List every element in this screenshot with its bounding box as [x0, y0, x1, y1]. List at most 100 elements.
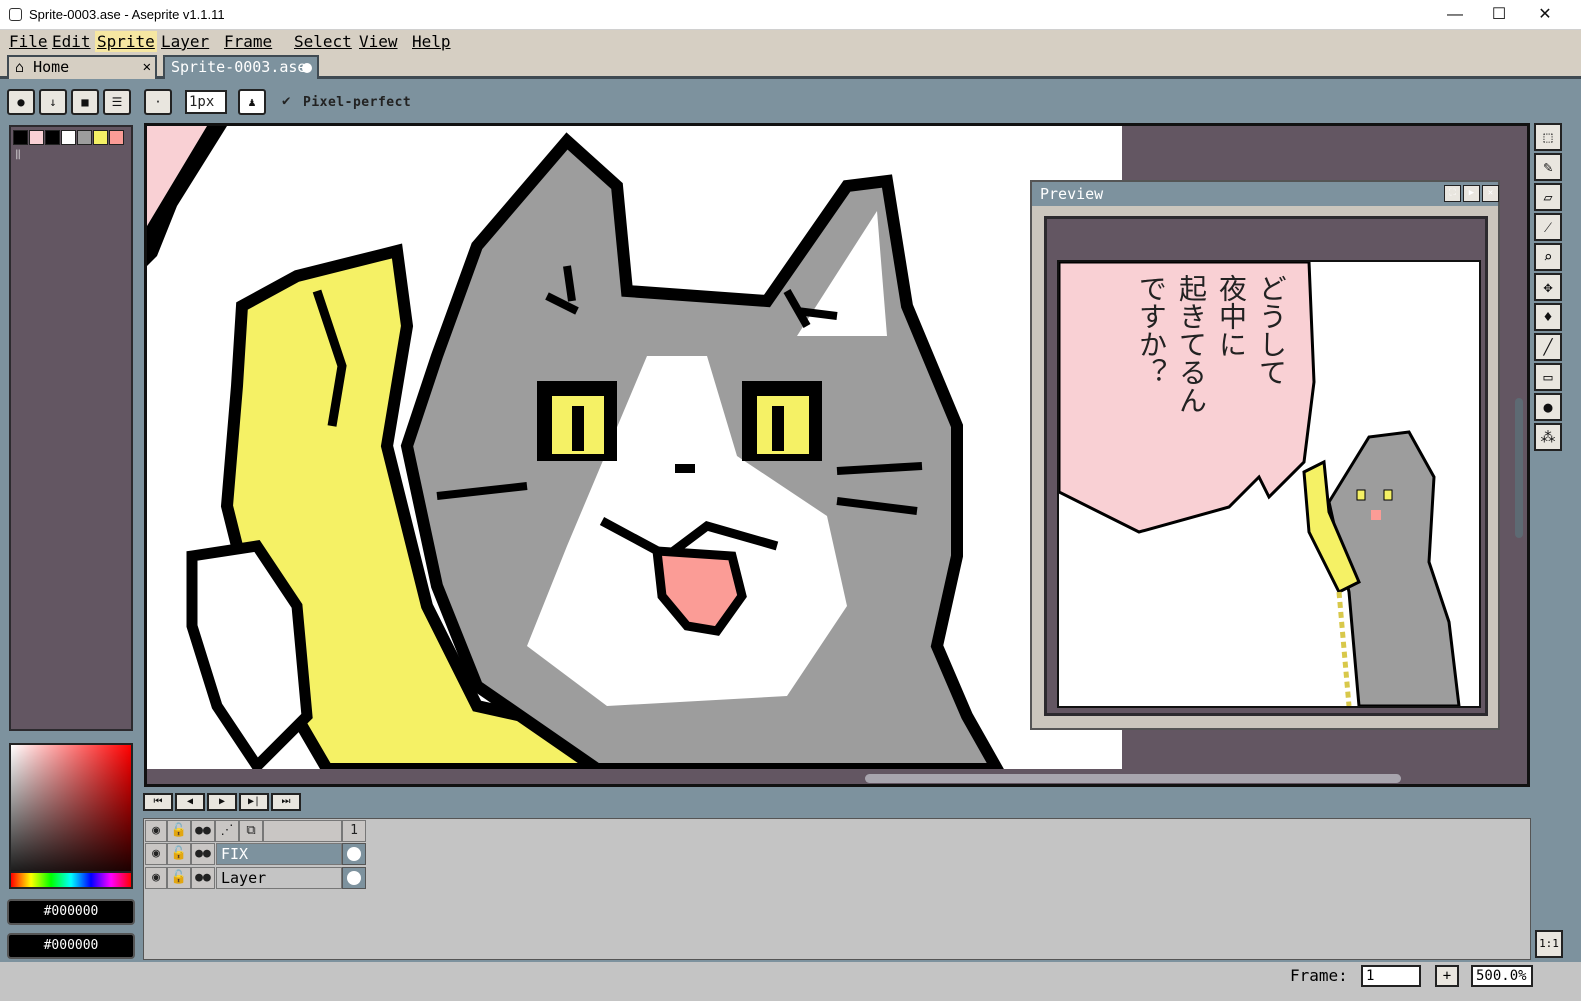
move-icon[interactable]: ✥ — [1534, 273, 1562, 301]
foreground-color-button[interactable]: #000000 — [7, 899, 135, 925]
layer-name[interactable]: FIX — [216, 843, 342, 865]
tab-bar: ⌂ Home ✕ Sprite-0003.ase — [0, 53, 1581, 79]
preview-play-icon[interactable]: ▶ — [1463, 185, 1480, 202]
timeline-header-spacer — [263, 820, 342, 842]
aseprite-app-icon — [9, 8, 22, 21]
layer-visibility-eye-icon[interactable]: ◉ — [145, 843, 167, 865]
preview-fullscreen-icon[interactable]: ⛶ — [1444, 185, 1461, 202]
previous-frame-button[interactable]: ◀ — [175, 793, 205, 811]
menu-edit[interactable]: Edit — [50, 31, 93, 52]
frame-label: Frame: — [1290, 966, 1348, 985]
menu-select[interactable]: Select — [292, 31, 354, 52]
preview-close-icon[interactable]: ✕ — [1482, 185, 1499, 202]
menu-sprite[interactable]: Sprite — [95, 31, 157, 52]
layer-cel[interactable] — [342, 867, 366, 889]
tab-home[interactable]: ⌂ Home ✕ — [7, 55, 157, 79]
menu-frame[interactable]: Frame — [222, 31, 274, 52]
palette-panel: ‖ — [9, 125, 133, 731]
vertical-scrollbar[interactable] — [1515, 398, 1523, 538]
cel-dot-icon — [347, 847, 361, 861]
menu-view[interactable]: View — [357, 31, 400, 52]
frame-input[interactable]: 1 — [1361, 965, 1421, 987]
palette-swatch[interactable] — [13, 130, 28, 145]
pixel-perfect-checkbox[interactable]: ✔ — [282, 93, 290, 109]
sprite-canvas[interactable] — [147, 126, 1122, 769]
timeline-header-row: ◉ 🔓 ●● ⋰ ⧉ 1 — [144, 820, 367, 844]
rectangle-icon[interactable]: ▭ — [1534, 363, 1562, 391]
brush-down-button[interactable]: ↓ — [39, 89, 67, 115]
background-color-button[interactable]: #000000 — [7, 933, 135, 959]
brush-circle-button[interactable]: ● — [7, 89, 35, 115]
preview-viewport[interactable]: どうして 夜中に 起きてるん ですか？ — [1044, 216, 1488, 716]
tools-panel: ⬚ ✎ ▱ ⁄ ⌕ ✥ ♦ ╱ ▭ ● ⁂ — [1534, 123, 1564, 453]
brush-size-input[interactable]: 1px — [185, 90, 227, 114]
speech-line: どうして — [1255, 274, 1288, 386]
zoom-icon[interactable]: ⌕ — [1534, 243, 1562, 271]
blur-icon[interactable]: ● — [1534, 393, 1562, 421]
layer-cel[interactable] — [342, 843, 366, 865]
layer-lock-icon[interactable]: 🔓 — [167, 843, 191, 865]
menu-help[interactable]: Help — [410, 31, 453, 52]
layer-row-fix[interactable]: ◉ 🔓 ●● FIX — [144, 843, 367, 867]
minimize-button[interactable]: — — [1432, 3, 1478, 27]
horizontal-scrollbar[interactable] — [865, 774, 1401, 783]
unsaved-dot-icon — [302, 63, 312, 73]
next-frame-button[interactable]: ▶| — [239, 793, 269, 811]
hue-slider[interactable] — [9, 871, 133, 889]
preview-titlebar[interactable]: Preview ⛶ ▶ ✕ — [1032, 182, 1499, 206]
palette-swatch[interactable] — [77, 130, 92, 145]
speech-line: ですか？ — [1135, 274, 1168, 386]
lock-icon[interactable]: 🔓 — [167, 820, 191, 842]
layer-name[interactable]: Layer — [216, 867, 342, 889]
palette-swatch[interactable] — [29, 130, 44, 145]
layer-lock-icon[interactable]: 🔓 — [167, 867, 191, 889]
play-animation-button[interactable]: ▶ — [207, 793, 237, 811]
layer-continuous-icon[interactable]: ●● — [191, 843, 215, 865]
color-spectrum-picker[interactable] — [9, 743, 133, 889]
onion-skin-icon[interactable]: ⋰ — [215, 820, 239, 842]
palette-swatch[interactable] — [109, 130, 124, 145]
layer-row-layer[interactable]: ◉ 🔓 ●● Layer — [144, 867, 367, 891]
zoom-ratio-button[interactable]: 1:1 — [1535, 930, 1563, 958]
palette-swatch[interactable] — [93, 130, 108, 145]
timeline-panel: ◉ 🔓 ●● ⋰ ⧉ 1 ◉ 🔓 ●● FIX ◉ 🔓 ●● Layer — [143, 818, 1531, 960]
eye-icon[interactable]: ◉ — [145, 820, 167, 842]
fill-icon[interactable]: ♦ — [1534, 303, 1562, 331]
window-title: Sprite-0003.ase - Aseprite v1.1.11 — [29, 7, 225, 22]
marquee-icon[interactable]: ⬚ — [1534, 123, 1562, 151]
tab-document[interactable]: Sprite-0003.ase — [163, 55, 319, 79]
tab-home-label: Home — [33, 58, 70, 76]
brush-menu-button[interactable]: ☰ — [103, 89, 131, 115]
last-frame-button[interactable]: ⏭ — [271, 793, 301, 811]
close-window-button[interactable]: ✕ — [1522, 3, 1568, 27]
palette-resize-handle-icon[interactable]: ‖ — [15, 149, 21, 160]
menu-file[interactable]: File — [7, 31, 50, 52]
cel-dot-icon — [347, 871, 361, 885]
eyedropper-icon[interactable]: ⁄ — [1534, 213, 1562, 241]
continuous-icon[interactable]: ●● — [191, 820, 215, 842]
palette-swatch[interactable] — [45, 130, 60, 145]
brush-square-button[interactable]: ■ — [71, 89, 99, 115]
zoom-input[interactable]: 500.0% — [1471, 965, 1533, 987]
layer-visibility-eye-icon[interactable]: ◉ — [145, 867, 167, 889]
eraser-icon[interactable]: ▱ — [1534, 183, 1562, 211]
tab-document-label: Sprite-0003.ase — [171, 58, 307, 76]
home-icon: ⌂ — [15, 58, 25, 76]
pixel-perfect-label: Pixel-perfect — [303, 95, 412, 110]
spray-icon[interactable]: ⁂ — [1534, 423, 1562, 451]
first-frame-button[interactable]: ⏮ — [143, 793, 173, 811]
brush-type-button[interactable]: · — [144, 89, 172, 115]
onion-range-icon[interactable]: ⧉ — [239, 820, 263, 842]
palette-swatch[interactable] — [61, 130, 76, 145]
line-icon[interactable]: ╱ — [1534, 333, 1562, 361]
layer-continuous-icon[interactable]: ●● — [191, 867, 215, 889]
maximize-button[interactable]: ☐ — [1476, 3, 1522, 27]
ink-type-button[interactable]: ♟ — [238, 89, 266, 115]
speech-line: 夜中に — [1215, 274, 1248, 358]
preview-image: どうして 夜中に 起きてるん ですか？ — [1057, 260, 1481, 708]
close-tab-icon[interactable]: ✕ — [143, 57, 151, 77]
add-frame-button[interactable]: + — [1435, 965, 1459, 987]
menu-layer[interactable]: Layer — [159, 31, 211, 52]
pencil-icon[interactable]: ✎ — [1534, 153, 1562, 181]
frame-header-cell[interactable]: 1 — [342, 820, 366, 842]
